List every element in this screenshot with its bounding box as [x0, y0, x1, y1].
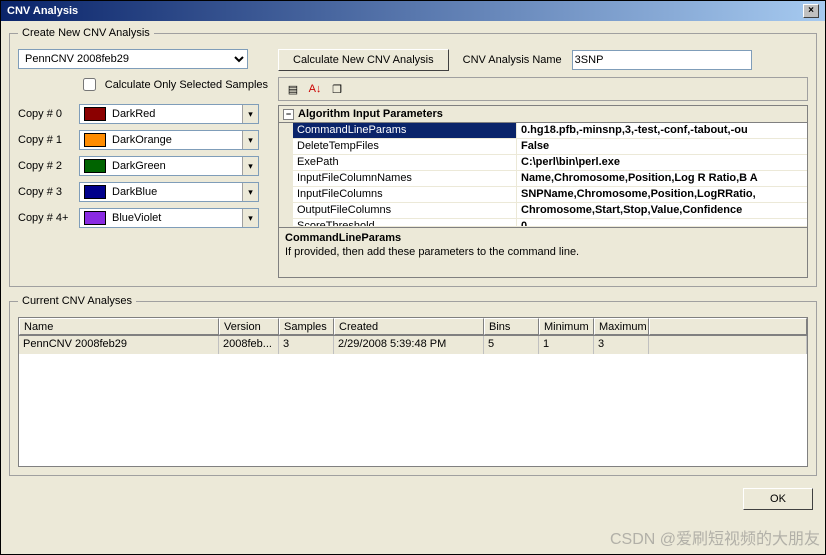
prop-desc-title: CommandLineParams: [285, 232, 801, 244]
sort-icon[interactable]: A↓: [305, 79, 325, 99]
color-swatch-4: [84, 211, 106, 225]
prop-row[interactable]: ScoreThreshold0: [279, 219, 807, 227]
color-name-4: BlueViolet: [110, 212, 242, 224]
prop-val[interactable]: False: [517, 139, 807, 155]
analysis-name-input[interactable]: [572, 50, 752, 70]
color-swatch-2: [84, 159, 106, 173]
right-column: Calculate New CNV Analysis CNV Analysis …: [278, 49, 808, 278]
copy-label-1: Copy # 1: [18, 134, 73, 146]
col-min[interactable]: Minimum: [539, 318, 594, 335]
chevron-down-icon: [242, 157, 258, 175]
chevron-down-icon: [242, 209, 258, 227]
prop-val[interactable]: Name,Chromosome,Position,Log R Ratio,B A: [517, 171, 807, 187]
cell-rest: [649, 336, 807, 354]
color-select-4[interactable]: BlueViolet: [79, 208, 259, 228]
chevron-down-icon: [242, 131, 258, 149]
current-legend: Current CNV Analyses: [18, 295, 136, 307]
color-select-2[interactable]: DarkGreen: [79, 156, 259, 176]
cell-created: 2/29/2008 5:39:48 PM: [334, 336, 484, 354]
close-icon[interactable]: ×: [803, 4, 819, 18]
window-title: CNV Analysis: [7, 5, 78, 17]
color-select-0[interactable]: DarkRed: [79, 104, 259, 124]
prop-row[interactable]: InputFileColumnNamesName,Chromosome,Posi…: [279, 171, 807, 187]
prop-key: InputFileColumnNames: [293, 171, 517, 187]
copy-label-2: Copy # 2: [18, 160, 73, 172]
selected-only-checkbox[interactable]: [83, 78, 96, 91]
watermark: CSDN @爱刷短视频的大朋友: [610, 525, 820, 549]
table-row[interactable]: PennCNV 2008feb29 2008feb... 3 2/29/2008…: [19, 336, 807, 354]
prop-gutter: [279, 203, 293, 219]
prop-key: ExePath: [293, 155, 517, 171]
cell-samples: 3: [279, 336, 334, 354]
current-group: Current CNV Analyses Name Version Sample…: [9, 295, 817, 476]
col-max[interactable]: Maximum: [594, 318, 649, 335]
prop-key: CommandLineParams: [293, 123, 517, 139]
prop-row[interactable]: ExePathC:\perl\bin\perl.exe: [279, 155, 807, 171]
pages-icon[interactable]: ❐: [327, 79, 347, 99]
prop-row[interactable]: InputFileColumnsSNPName,Chromosome,Posit…: [279, 187, 807, 203]
prop-gutter: [279, 171, 293, 187]
color-swatch-0: [84, 107, 106, 121]
prop-toolbar: ▤ A↓ ❐: [278, 77, 808, 101]
color-swatch-3: [84, 185, 106, 199]
col-samples[interactable]: Samples: [279, 318, 334, 335]
prop-key: OutputFileColumns: [293, 203, 517, 219]
content: Create New CNV Analysis PennCNV 2008feb2…: [1, 21, 825, 514]
ok-button[interactable]: OK: [743, 488, 813, 510]
col-created[interactable]: Created: [334, 318, 484, 335]
prop-gutter: [279, 187, 293, 203]
list-header: Name Version Samples Created Bins Minimu…: [19, 318, 807, 336]
col-bins[interactable]: Bins: [484, 318, 539, 335]
property-grid: − Algorithm Input Parameters CommandLine…: [278, 105, 808, 278]
prop-gutter: [279, 139, 293, 155]
color-name-1: DarkOrange: [110, 134, 242, 146]
cell-min: 1: [539, 336, 594, 354]
analyses-list[interactable]: Name Version Samples Created Bins Minimu…: [18, 317, 808, 467]
color-name-0: DarkRed: [110, 108, 242, 120]
prop-key: DeleteTempFiles: [293, 139, 517, 155]
create-legend: Create New CNV Analysis: [18, 27, 154, 39]
chevron-down-icon: [242, 105, 258, 123]
prop-header[interactable]: − Algorithm Input Parameters: [279, 106, 807, 123]
chevron-down-icon: [242, 183, 258, 201]
prop-gutter: [279, 155, 293, 171]
cell-bins: 5: [484, 336, 539, 354]
prop-row[interactable]: DeleteTempFilesFalse: [279, 139, 807, 155]
color-select-3[interactable]: DarkBlue: [79, 182, 259, 202]
color-name-2: DarkGreen: [110, 160, 242, 172]
calculate-button[interactable]: Calculate New CNV Analysis: [278, 49, 449, 71]
color-name-3: DarkBlue: [110, 186, 242, 198]
algorithm-select[interactable]: PennCNV 2008feb29: [18, 49, 248, 69]
color-swatch-1: [84, 133, 106, 147]
categorize-icon[interactable]: ▤: [283, 79, 303, 99]
prop-description: CommandLineParams If provided, then add …: [279, 227, 807, 277]
prop-val[interactable]: C:\perl\bin\perl.exe: [517, 155, 807, 171]
copy-label-3: Copy # 3: [18, 186, 73, 198]
color-select-1[interactable]: DarkOrange: [79, 130, 259, 150]
prop-desc-text: If provided, then add these parameters t…: [285, 246, 801, 258]
prop-row[interactable]: CommandLineParams0.hg18.pfb,-minsnp,3,-t…: [279, 123, 807, 139]
prop-header-label: Algorithm Input Parameters: [298, 108, 443, 120]
copy-label-4: Copy # 4+: [18, 212, 73, 224]
cell-max: 3: [594, 336, 649, 354]
prop-val[interactable]: Chromosome,Start,Stop,Value,Confidence: [517, 203, 807, 219]
selected-only-label: Calculate Only Selected Samples: [105, 79, 268, 91]
prop-row[interactable]: OutputFileColumnsChromosome,Start,Stop,V…: [279, 203, 807, 219]
left-column: PennCNV 2008feb29 Calculate Only Selecte…: [18, 49, 268, 278]
prop-val[interactable]: 0.hg18.pfb,-minsnp,3,-test,-conf,-tabout…: [517, 123, 807, 139]
prop-val[interactable]: SNPName,Chromosome,Position,LogRRatio,: [517, 187, 807, 203]
analysis-name-label: CNV Analysis Name: [463, 54, 562, 66]
cell-name: PennCNV 2008feb29: [19, 336, 219, 354]
copy-label-0: Copy # 0: [18, 108, 73, 120]
col-name[interactable]: Name: [19, 318, 219, 335]
col-rest: [649, 318, 807, 335]
prop-gutter: [279, 123, 293, 139]
collapse-icon[interactable]: −: [283, 109, 294, 120]
titlebar: CNV Analysis ×: [1, 1, 825, 21]
prop-key: InputFileColumns: [293, 187, 517, 203]
cell-version: 2008feb...: [219, 336, 279, 354]
col-version[interactable]: Version: [219, 318, 279, 335]
create-group: Create New CNV Analysis PennCNV 2008feb2…: [9, 27, 817, 287]
